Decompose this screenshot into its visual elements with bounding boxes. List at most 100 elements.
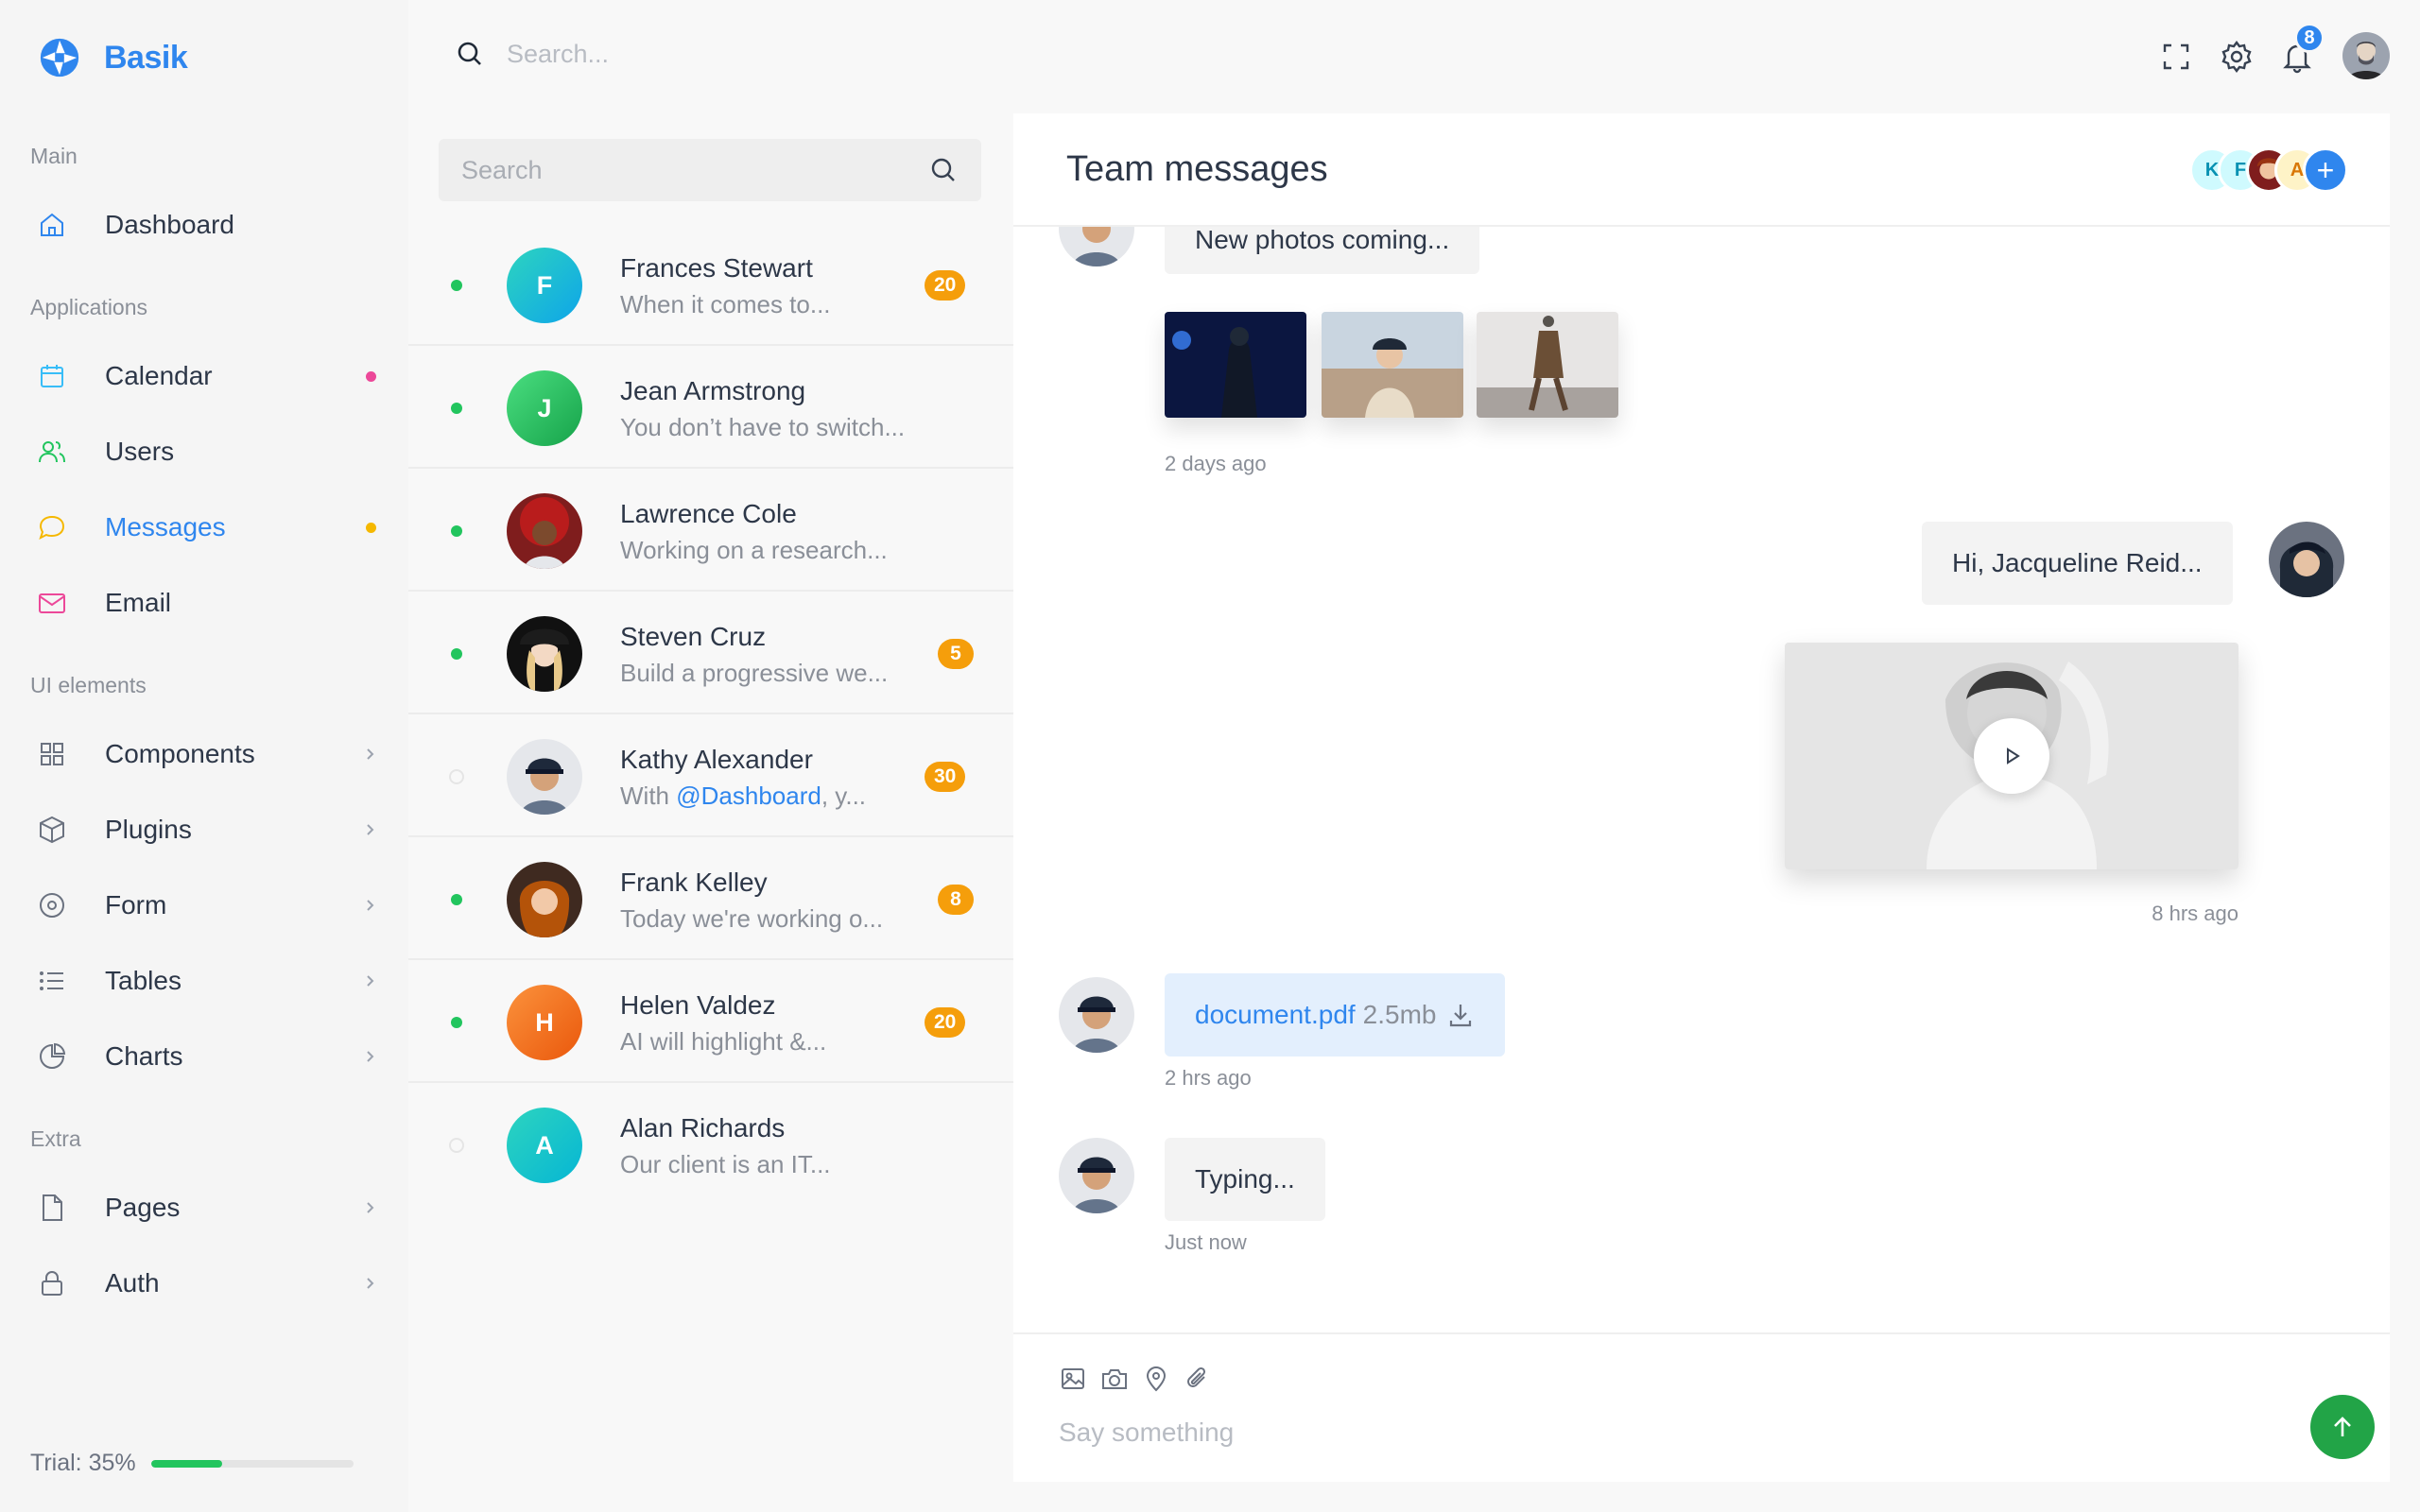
target-icon <box>36 889 68 921</box>
unread-badge: 20 <box>925 1007 966 1038</box>
search-icon[interactable] <box>928 155 959 185</box>
sidebar-item-messages[interactable]: Messages <box>0 493 408 561</box>
sidebar-item-form[interactable]: Form <box>0 871 408 939</box>
search-icon[interactable] <box>454 38 486 70</box>
trial-progress-fill <box>150 1459 222 1468</box>
chevron-right-icon <box>367 1278 374 1289</box>
sidebar-item-label: Dashboard <box>105 210 234 239</box>
conversation-item[interactable]: Lawrence Cole Working on a research... <box>408 471 1013 592</box>
message-input[interactable] <box>1059 1418 2193 1448</box>
home-icon <box>36 209 68 241</box>
message-icon <box>36 511 68 543</box>
file-icon <box>36 1192 68 1224</box>
conversation-name: Jean Armstrong <box>620 376 806 405</box>
message-timestamp: Just now <box>1165 1230 1247 1254</box>
conversation-item[interactable]: H Helen Valdez AI will highlight &... 20 <box>408 962 1013 1083</box>
conversation-item[interactable]: A Alan Richards Our client is an IT... <box>408 1085 1013 1206</box>
sidebar-item-label: Email <box>105 588 172 617</box>
online-indicator <box>451 403 462 414</box>
camera-icon[interactable] <box>1100 1365 1129 1393</box>
sidebar-item-label: Auth <box>105 1268 160 1297</box>
sidebar-item-tables[interactable]: Tables <box>0 947 408 1015</box>
play-button[interactable] <box>1974 718 2049 794</box>
pie-chart-icon <box>36 1040 68 1073</box>
avatar <box>507 493 582 569</box>
send-button[interactable] <box>2310 1395 2375 1459</box>
location-pin-icon[interactable] <box>1142 1365 1170 1393</box>
conversation-name: Kathy Alexander <box>620 745 813 774</box>
chat-title: Team messages <box>1066 149 1328 189</box>
file-name-link[interactable]: document.pdf <box>1195 1000 1356 1030</box>
sidebar-item-charts[interactable]: Charts <box>0 1022 408 1091</box>
global-search-input[interactable] <box>507 39 979 69</box>
file-size: 2.5mb <box>1362 1000 1437 1029</box>
conversation-name: Helen Valdez <box>620 990 776 1020</box>
sidebar-item-calendar[interactable]: Calendar <box>0 342 408 410</box>
chevron-right-icon <box>367 1051 374 1062</box>
unread-badge: 20 <box>925 270 966 301</box>
online-indicator <box>451 894 462 905</box>
typing-indicator: Typing... <box>1165 1138 1325 1221</box>
online-indicator <box>451 648 462 660</box>
photo-thumbnail[interactable] <box>1165 312 1306 418</box>
conversation-preview: Working on a research... <box>620 536 888 564</box>
message-composer <box>1013 1332 2390 1482</box>
conversation-item[interactable]: F Frances Stewart When it comes to... 20 <box>408 225 1013 346</box>
avatar <box>507 616 582 692</box>
conversation-search <box>439 139 981 201</box>
conversation-name: Lawrence Cole <box>620 499 797 528</box>
sidebar-item-label: Pages <box>105 1193 181 1222</box>
avatar: A <box>507 1108 582 1183</box>
download-icon[interactable] <box>1446 1001 1475 1029</box>
message-timestamp: 2 days ago <box>1165 452 1267 475</box>
user-avatar[interactable] <box>2342 32 2390 79</box>
sidebar-item-users[interactable]: Users <box>0 418 408 486</box>
mention-link[interactable]: @Dashboard <box>676 782 821 810</box>
sidebar-item-label: Plugins <box>105 815 192 844</box>
sidebar-item-label: Form <box>105 890 167 919</box>
paperclip-icon[interactable] <box>1184 1365 1212 1393</box>
file-attachment[interactable]: document.pdf 2.5mb <box>1165 973 1505 1057</box>
avatar <box>1059 977 1134 1053</box>
chat-header: Team messages K F A + <box>1013 113 2390 227</box>
online-indicator <box>451 1017 462 1028</box>
conversation-item[interactable]: Steven Cruz Build a progressive we... 5 <box>408 593 1013 714</box>
unread-badge: 5 <box>938 639 974 669</box>
sidebar-item-auth[interactable]: Auth <box>0 1249 408 1317</box>
sidebar-item-label: Calendar <box>105 361 213 390</box>
conversation-item[interactable]: Kathy Alexander With @Dashboard, y... 30 <box>408 716 1013 837</box>
gear-icon[interactable] <box>2220 40 2254 74</box>
sidebar-item-pages[interactable]: Pages <box>0 1174 408 1242</box>
conversation-preview: Build a progressive we... <box>620 659 889 687</box>
conversation-item[interactable]: J Jean Armstrong You don’t have to switc… <box>408 348 1013 469</box>
photo-thumbnail[interactable] <box>1477 312 1618 418</box>
sidebar-item-components[interactable]: Components <box>0 720 408 788</box>
conversation-name: Steven Cruz <box>620 622 767 651</box>
brand-logo[interactable]: Basik <box>38 36 188 79</box>
add-member-button[interactable]: + <box>2303 147 2348 193</box>
chevron-right-icon <box>367 1202 374 1213</box>
conversation-preview: When it comes to... <box>620 290 831 318</box>
sidebar-item-label: Tables <box>105 966 182 995</box>
video-message[interactable] <box>1785 643 2238 869</box>
photo-thumbnail[interactable] <box>1322 312 1463 418</box>
conversation-search-input[interactable] <box>461 155 896 185</box>
users-icon <box>36 436 68 468</box>
sidebar-item-label: Messages <box>105 512 226 541</box>
conversation-preview: Today we're working o... <box>620 904 884 933</box>
message-bubble: Hi, Jacqueline Reid... <box>1922 522 2233 605</box>
conversation-item[interactable]: Frank Kelley Today we're working o... 8 <box>408 839 1013 960</box>
avatar <box>507 862 582 937</box>
online-indicator <box>449 1138 464 1153</box>
trial-progress: Trial: 35% <box>30 1450 354 1477</box>
sidebar-item-plugins[interactable]: Plugins <box>0 796 408 864</box>
fullscreen-icon[interactable] <box>2159 40 2193 74</box>
nav-section-main: Main <box>30 144 78 168</box>
nav-section-extra: Extra <box>30 1126 81 1151</box>
sidebar-item-email[interactable]: Email <box>0 569 408 637</box>
box-icon <box>36 814 68 846</box>
online-indicator <box>449 769 464 784</box>
message-timestamp: 2 hrs ago <box>1165 1066 1252 1090</box>
sidebar-item-dashboard[interactable]: Dashboard <box>0 191 408 259</box>
image-icon[interactable] <box>1059 1365 1087 1393</box>
